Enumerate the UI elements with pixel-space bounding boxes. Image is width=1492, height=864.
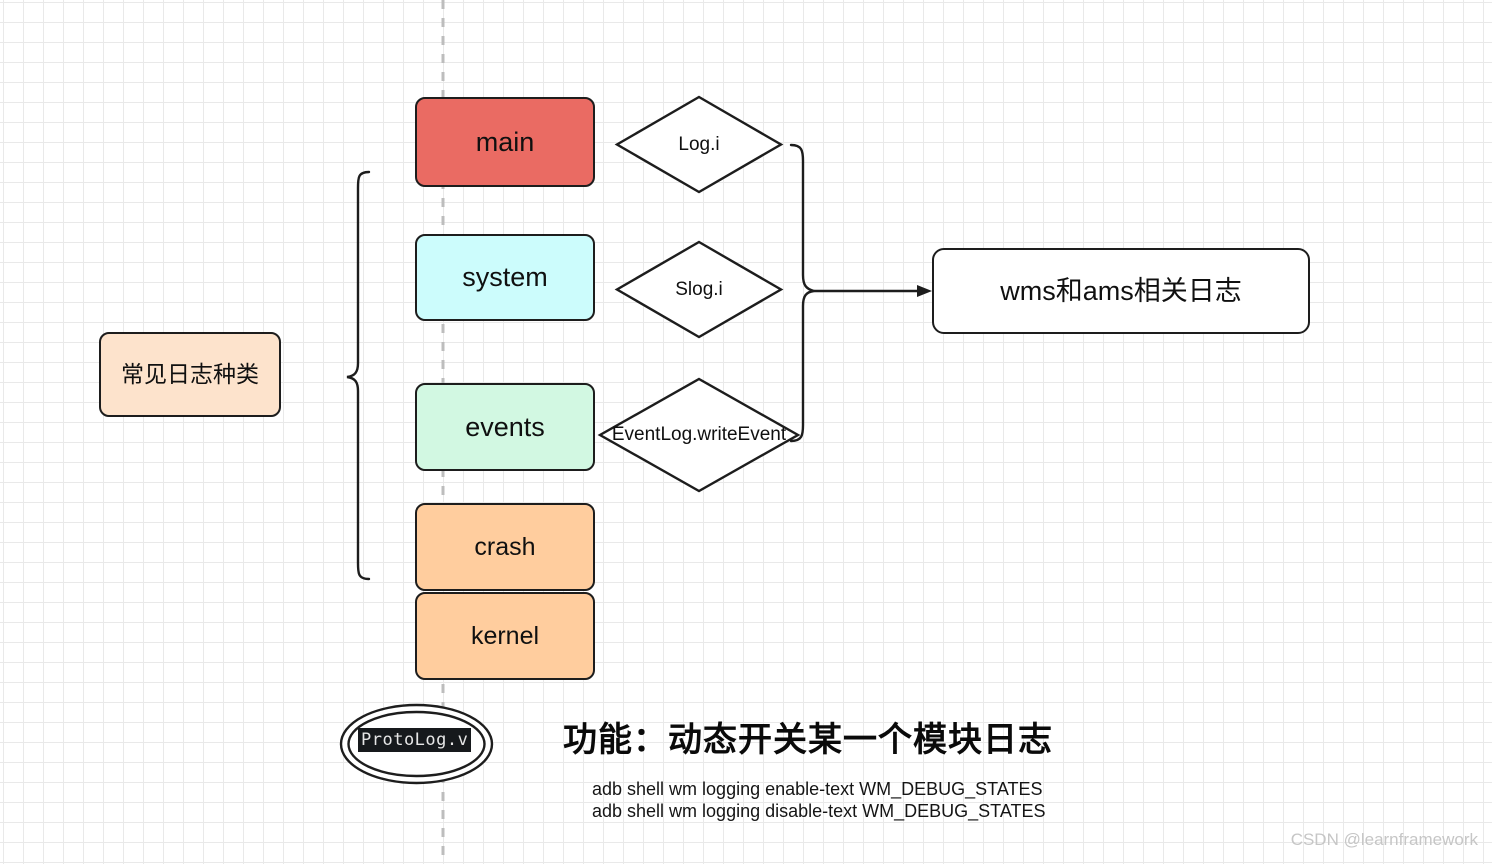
command-block: adb shell wm logging enable-text WM_DEBU… bbox=[592, 778, 1046, 822]
diamond-shape-icon bbox=[614, 240, 784, 339]
log-type-main[interactable]: main bbox=[415, 97, 595, 187]
log-type-kernel[interactable]: kernel bbox=[415, 592, 595, 680]
arrow-head-icon bbox=[917, 285, 932, 297]
target-box[interactable]: wms和ams相关日志 bbox=[932, 248, 1310, 334]
category-box[interactable]: 常见日志种类 bbox=[99, 332, 281, 417]
target-box-label: wms和ams相关日志 bbox=[1000, 275, 1242, 306]
log-type-events-label: events bbox=[465, 411, 545, 442]
api-diamond-logi[interactable]: Log.i bbox=[614, 95, 784, 194]
api-diamond-eventlog[interactable]: EventLog.writeEvent bbox=[597, 377, 801, 493]
log-type-kernel-label: kernel bbox=[470, 622, 540, 650]
protolog-code-label: ProtoLog.v bbox=[358, 728, 472, 752]
watermark: CSDN @learnframework bbox=[1290, 830, 1478, 849]
log-type-system-label: system bbox=[462, 262, 548, 293]
log-type-crash[interactable]: crash bbox=[415, 503, 595, 591]
api-diamond-slogi[interactable]: Slog.i bbox=[614, 240, 784, 339]
category-box-label: 常见日志种类 bbox=[121, 360, 259, 387]
log-type-crash-label: crash bbox=[474, 533, 536, 561]
command-line-enable: adb shell wm logging enable-text WM_DEBU… bbox=[592, 779, 1043, 799]
diamond-shape-icon bbox=[597, 377, 801, 493]
log-type-events[interactable]: events bbox=[415, 383, 595, 471]
left-group-brace bbox=[346, 170, 371, 581]
command-line-disable: adb shell wm logging disable-text WM_DEB… bbox=[592, 801, 1046, 821]
log-type-system[interactable]: system bbox=[415, 234, 595, 321]
diamond-shape-icon bbox=[614, 95, 784, 194]
diagram-canvas: 常见日志种类 main system events crash kernel L… bbox=[0, 0, 1492, 864]
log-type-main-label: main bbox=[475, 126, 535, 157]
feature-heading: 功能：动态开关某一个模块日志 bbox=[563, 721, 1053, 759]
